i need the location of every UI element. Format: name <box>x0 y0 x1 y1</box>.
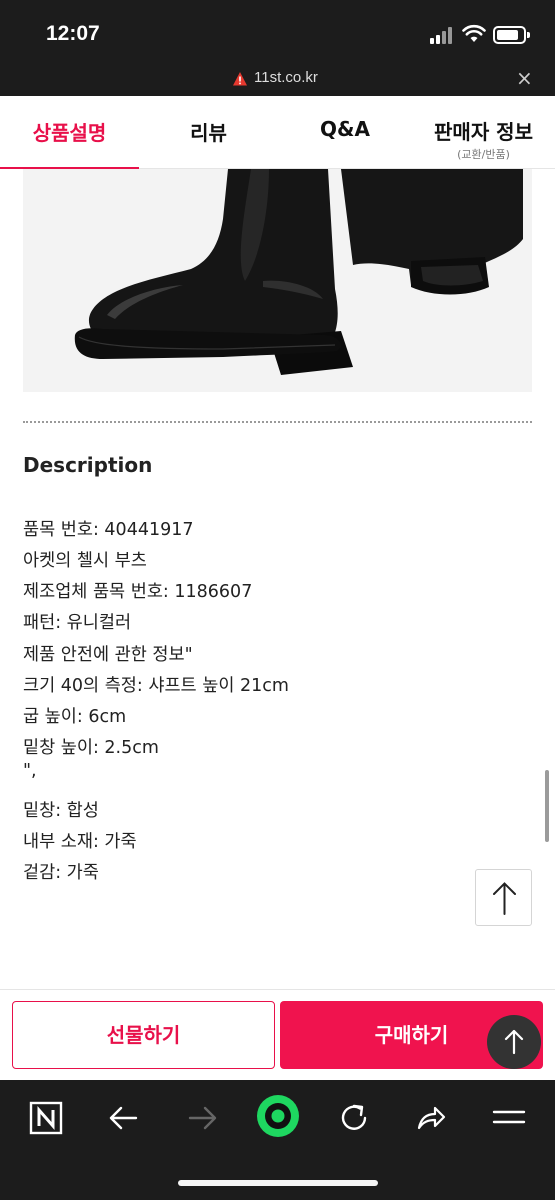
forward-arrow-icon[interactable] <box>180 1096 224 1140</box>
cellular-signal-icon <box>430 26 456 44</box>
url-text: 11st.co.kr <box>254 69 318 86</box>
item-number: 품목 번호: 40441917 <box>23 520 194 540</box>
menu-icon[interactable] <box>487 1096 531 1140</box>
product-image-boots <box>23 169 532 392</box>
safety-info: 제품 안전에 관한 정보" <box>23 645 193 665</box>
lining-material: 내부 소재: 가죽 <box>23 832 137 852</box>
description-title: Description <box>23 453 153 477</box>
section-divider <box>23 421 532 423</box>
back-arrow-icon[interactable] <box>102 1096 146 1140</box>
product-name: 아켓의 첼시 부츠 <box>23 551 147 571</box>
battery-icon <box>493 26 530 44</box>
sole-material: 밑창: 합성 <box>23 801 99 821</box>
close-icon[interactable]: × <box>516 66 533 90</box>
home-indicator[interactable] <box>178 1180 378 1186</box>
tab-label: 판매자 정보 <box>434 120 533 144</box>
manufacturer-item-number: 제조업체 품목 번호: 1186607 <box>23 582 253 602</box>
pattern: 패턴: 유니컬러 <box>23 613 132 633</box>
product-tabs: 상품설명 리뷰 Q&A 판매자 정보 (교환/반품) <box>0 96 555 170</box>
tab-seller-info[interactable]: 판매자 정보 (교환/반품) <box>412 96 555 169</box>
url-bar[interactable]: 11st.co.kr × <box>0 66 555 96</box>
status-bar: 12:07 <box>0 0 555 66</box>
status-time: 12:07 <box>46 22 100 45</box>
warning-icon <box>233 72 247 86</box>
floating-scroll-up-button[interactable] <box>487 1015 541 1069</box>
size-measurement: 크기 40의 측정: 샤프트 높이 21cm <box>23 676 289 696</box>
purchase-action-bar: 선물하기 구매하기 <box>0 989 555 1080</box>
share-icon[interactable] <box>409 1096 453 1140</box>
scroll-to-top-button[interactable] <box>475 869 532 926</box>
quote-mark: ", <box>23 761 37 781</box>
heel-height: 굽 높이: 6cm <box>23 707 127 727</box>
tab-product-description[interactable]: 상품설명 <box>0 96 139 170</box>
tab-label: 리뷰 <box>190 121 227 145</box>
sole-height: 밑창 높이: 2.5cm <box>23 738 159 758</box>
product-description-content: Description 품목 번호: 40441917 아켓의 첼시 부츠 제조… <box>0 169 555 989</box>
tab-sublabel: (교환/반품) <box>457 148 510 161</box>
wifi-icon <box>462 24 486 42</box>
tab-label: Q&A <box>320 117 370 141</box>
arrow-up-icon <box>493 882 516 915</box>
gift-button[interactable]: 선물하기 <box>12 1001 275 1069</box>
refresh-icon[interactable] <box>332 1096 376 1140</box>
upper-material: 겉감: 가죽 <box>23 863 99 883</box>
naver-home-icon[interactable] <box>24 1096 68 1140</box>
arrow-up-icon <box>504 1029 524 1055</box>
green-dot-menu-icon[interactable] <box>254 1092 302 1140</box>
tab-label: 상품설명 <box>32 121 107 145</box>
scroll-indicator[interactable] <box>545 770 549 842</box>
tab-qna[interactable]: Q&A <box>278 96 412 169</box>
tab-reviews[interactable]: 리뷰 <box>139 96 278 169</box>
